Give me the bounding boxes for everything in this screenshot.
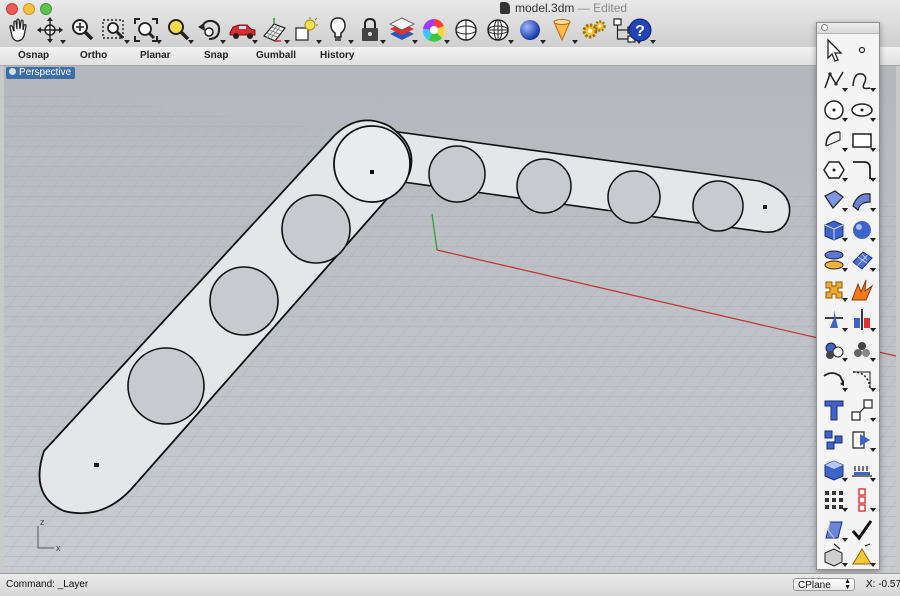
grid-array-icon[interactable] <box>820 486 848 514</box>
zoom-window-icon[interactable] <box>98 14 130 46</box>
title-bar: model.3dm — Edited ? <box>0 0 900 48</box>
array-icon[interactable] <box>820 426 848 454</box>
polygon-icon[interactable] <box>820 156 848 184</box>
command-line[interactable]: Command: _Layer <box>6 579 88 590</box>
box-icon[interactable] <box>820 216 848 244</box>
document-state: Edited <box>593 1 628 15</box>
render-icon[interactable] <box>820 541 848 569</box>
mesh-sphere-icon[interactable] <box>482 14 514 46</box>
sweep-icon[interactable] <box>848 186 876 214</box>
help-icon[interactable]: ? <box>624 14 656 46</box>
mode-bar: Osnap Ortho Planar Snap Gumball History <box>0 47 900 66</box>
extrude-icon[interactable] <box>820 246 848 274</box>
gear-settings-icon[interactable] <box>578 14 610 46</box>
viewport-label: Perspective <box>19 67 72 78</box>
hole <box>428 145 486 203</box>
hole <box>516 158 572 214</box>
cone-light-icon[interactable] <box>546 14 578 46</box>
car-render-icon[interactable] <box>226 14 258 46</box>
palette-header <box>817 23 879 34</box>
pan-hand-icon[interactable] <box>2 14 34 46</box>
polyline-icon[interactable] <box>820 66 848 94</box>
undo-view-icon[interactable] <box>194 14 226 46</box>
arc-icon[interactable] <box>820 126 848 154</box>
split-icon[interactable] <box>848 306 876 334</box>
perspective-viewport[interactable]: z x Perspective <box>4 66 896 570</box>
shade-icon[interactable] <box>820 456 848 484</box>
join-icon[interactable] <box>848 336 876 364</box>
curve-fillet-icon[interactable] <box>848 366 876 394</box>
mode-snap[interactable]: Snap <box>204 50 228 61</box>
hole <box>607 170 661 224</box>
axis-z-label: z <box>40 517 45 527</box>
fillet-curve-icon[interactable] <box>848 156 876 184</box>
zoom-selected-icon[interactable] <box>162 14 194 46</box>
check-icon[interactable] <box>848 516 876 544</box>
offset-icon[interactable] <box>820 366 848 394</box>
svg-text:?: ? <box>635 23 645 40</box>
group-icon[interactable] <box>820 336 848 364</box>
dimension-icon[interactable] <box>848 456 876 484</box>
shaded-sphere-icon[interactable] <box>514 14 546 46</box>
cplane-label: CPlane <box>798 580 831 591</box>
curve-icon[interactable] <box>848 66 876 94</box>
viewport-title-tab[interactable]: Perspective <box>6 67 76 79</box>
lock-icon[interactable] <box>354 14 386 46</box>
circle-icon[interactable] <box>820 96 848 124</box>
mode-ortho[interactable]: Ortho <box>80 50 107 61</box>
mode-osnap[interactable]: Osnap <box>18 50 49 61</box>
pivot-end <box>333 125 411 203</box>
hole <box>127 347 205 425</box>
surface-icon[interactable] <box>820 186 848 214</box>
trim-icon[interactable] <box>820 306 848 334</box>
cplane-dropdown[interactable]: CPlane ▲ ▼ <box>793 578 855 591</box>
color-wheel-icon[interactable] <box>418 14 450 46</box>
transform-icon[interactable] <box>848 396 876 424</box>
layer-icon[interactable] <box>386 14 418 46</box>
hole <box>209 266 279 336</box>
document-icon <box>500 2 510 14</box>
grid-plane-icon[interactable] <box>258 14 290 46</box>
sphere-display-icon[interactable] <box>450 14 482 46</box>
hole <box>692 180 744 232</box>
document-title: model.3dm — Edited <box>500 1 627 15</box>
title-separator: — <box>577 1 590 15</box>
coordinate-readout: X: -0.57 <box>866 579 900 590</box>
viewport-menu-icon <box>9 68 16 75</box>
boolean-icon[interactable] <box>820 276 848 304</box>
text-icon[interactable] <box>820 396 848 424</box>
palette-close-button[interactable] <box>821 24 828 31</box>
select-arrow-icon[interactable] <box>820 36 848 64</box>
lightbulb-icon[interactable] <box>322 14 354 46</box>
mesh-icon[interactable] <box>848 246 876 274</box>
viewport-scene[interactable]: z x <box>4 66 896 570</box>
document-name: model.3dm <box>515 1 575 15</box>
zoom-extents-icon[interactable] <box>130 14 162 46</box>
status-bar: Command: _Layer CPlane ▲ ▼ X: -0.57 <box>0 573 900 596</box>
mode-history[interactable]: History <box>320 50 354 61</box>
hole <box>281 194 351 264</box>
mode-gumball[interactable]: Gumball <box>256 50 296 61</box>
vertical-array-icon[interactable] <box>848 486 876 514</box>
explode-icon[interactable] <box>848 276 876 304</box>
light-object-icon[interactable] <box>290 14 322 46</box>
end-marker <box>94 463 99 467</box>
rectangle-icon[interactable] <box>848 126 876 154</box>
mode-planar[interactable]: Planar <box>140 50 171 61</box>
zoom-icon[interactable] <box>66 14 98 46</box>
axis-x-label: x <box>56 543 61 553</box>
orient-icon[interactable] <box>848 426 876 454</box>
dropdown-arrows-icon: ▲ ▼ <box>844 578 851 591</box>
tool-palette <box>816 22 880 570</box>
ellipse-icon[interactable] <box>848 96 876 124</box>
light-icon[interactable] <box>848 541 876 569</box>
pivot-marker <box>370 170 374 174</box>
rebuild-icon[interactable] <box>820 516 848 544</box>
rotate-view-icon[interactable] <box>34 14 66 46</box>
sphere-icon[interactable] <box>848 216 876 244</box>
point-icon[interactable] <box>848 36 876 64</box>
pivot-marker <box>763 205 767 209</box>
